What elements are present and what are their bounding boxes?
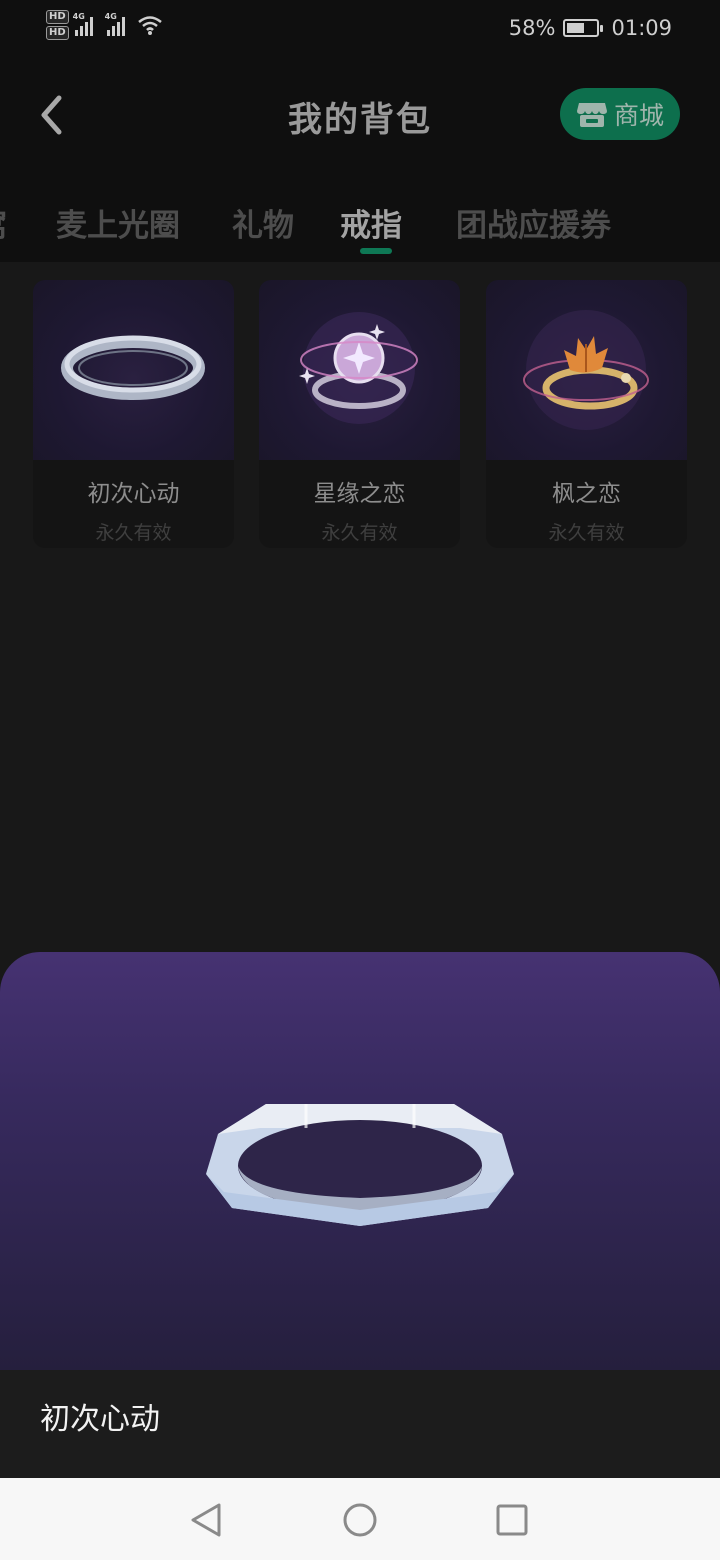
- tab-team-battle-coupons[interactable]: 团战应援券: [456, 200, 611, 245]
- status-bar: HD HD 4G 4G 58% 01:09: [0, 0, 720, 62]
- status-left: HD HD 4G 4G: [46, 10, 163, 40]
- clock: 01:09: [611, 16, 672, 40]
- triangle-back-icon: [191, 1503, 221, 1537]
- square-recents-icon: [496, 1504, 528, 1536]
- hd-indicators: HD HD: [46, 10, 69, 40]
- item-image: [259, 280, 460, 460]
- item-card-star-love[interactable]: 星缘之恋 永久有效: [259, 280, 460, 548]
- category-tabs: 窝 麦上光圈 礼物 戒指 团战应援券: [0, 194, 720, 262]
- network-type-1: 4G: [72, 12, 85, 21]
- item-name: 星缘之恋: [313, 481, 406, 507]
- status-right: 58% 01:09: [509, 16, 672, 40]
- store-icon: [576, 103, 607, 127]
- preview-footer: 初次心动: [0, 1370, 720, 1478]
- maple-ring-icon: [523, 310, 649, 430]
- mall-label: 商城: [613, 101, 664, 130]
- network-type-2: 4G: [104, 12, 117, 21]
- item-image: [486, 280, 687, 460]
- item-card-first-crush[interactable]: 初次心动 永久有效: [33, 280, 234, 548]
- item-image: [33, 280, 234, 460]
- item-validity: 永久有效: [548, 522, 625, 544]
- active-tab-indicator: [360, 248, 392, 254]
- wifi-icon: [137, 16, 162, 35]
- item-validity: 永久有效: [321, 522, 398, 544]
- item-card-maple-love[interactable]: 枫之恋 永久有效: [486, 280, 687, 548]
- item-name: 初次心动: [87, 481, 180, 507]
- tab-rings[interactable]: 戒指: [340, 200, 402, 245]
- tab-gifts[interactable]: 礼物: [232, 200, 294, 245]
- app-header: 我的背包 商城 窝 麦上光圈 礼物 戒指 团战应援券: [0, 62, 720, 262]
- hd-badge-1: HD: [46, 10, 69, 24]
- preview-ring-name: 初次心动: [40, 1402, 160, 1437]
- signal-icon-sim1: 4G: [72, 12, 93, 36]
- hd-badge-2: HD: [46, 26, 69, 40]
- ring-grid: 初次心动 永久有效 星缘之恋 永久有效 枫之恋 永久有效: [0, 262, 720, 952]
- silver-ring-icon: [61, 335, 205, 400]
- system-navigation-bar: [0, 1478, 720, 1560]
- ring-preview-sheet: [0, 952, 720, 1370]
- star-ring-icon: [299, 312, 418, 424]
- nav-home-button[interactable]: [338, 1498, 382, 1542]
- battery-fill: [567, 23, 584, 33]
- nav-back-button[interactable]: [184, 1498, 228, 1542]
- circle-home-icon: [343, 1503, 377, 1537]
- item-name: 枫之恋: [552, 481, 621, 507]
- battery-percent: 58%: [508, 16, 556, 40]
- ring-preview-image: [206, 1104, 514, 1226]
- signal-icon-sim2: 4G: [104, 12, 125, 36]
- mall-button[interactable]: 商城: [560, 88, 680, 140]
- tab-nest[interactable]: 窝: [0, 200, 7, 245]
- tab-mic-halo[interactable]: 麦上光圈: [56, 200, 180, 245]
- item-validity: 永久有效: [95, 522, 172, 544]
- nav-recents-button[interactable]: [490, 1498, 534, 1542]
- battery-icon: [563, 19, 604, 37]
